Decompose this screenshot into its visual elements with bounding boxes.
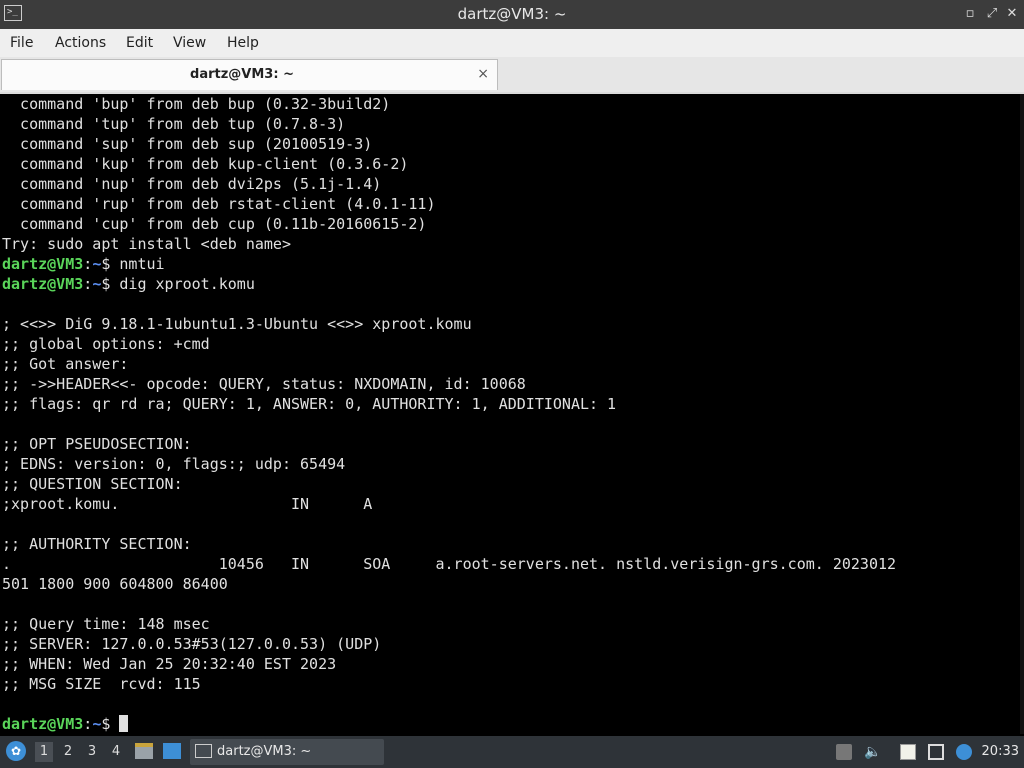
window-title: dartz@VM3: ~: [457, 5, 567, 23]
notification-icon[interactable]: [836, 744, 852, 760]
file-manager-icon[interactable]: [135, 743, 153, 759]
output-line: ;; flags: qr rd ra; QUERY: 1, ANSWER: 0,…: [2, 395, 617, 413]
terminal-output[interactable]: command 'bup' from deb bup (0.32-3build2…: [0, 92, 1024, 734]
tab-bar: dartz@VM3: ~ ×: [0, 57, 1024, 93]
output-line: ; EDNS: version: 0, flags:; udp: 65494: [2, 455, 346, 473]
output-line: 501 1800 900 604800 86400: [2, 575, 228, 593]
prompt-symbol: $: [101, 255, 120, 273]
taskbar: ✿ 1 2 3 4 dartz@VM3: ~ 🔈 20:33: [0, 736, 1024, 768]
tab-close-icon[interactable]: ×: [477, 66, 489, 82]
output-line: ;; MSG SIZE rcvd: 115: [2, 675, 201, 693]
workspace-1[interactable]: 1: [35, 742, 53, 762]
menu-edit[interactable]: Edit: [126, 35, 153, 51]
output-line: ;xproot.komu. IN A: [2, 495, 373, 513]
prompt-line: dartz@VM3:~$: [2, 714, 896, 734]
output-line: ;; ->>HEADER<<- opcode: QUERY, status: N…: [2, 375, 526, 393]
menu-bar: File Actions Edit View Help: [0, 29, 1024, 57]
output-line: command 'kup' from deb kup-client (0.3.6…: [2, 155, 409, 173]
output-line: ;; SERVER: 127.0.0.53#53(127.0.0.53) (UD…: [2, 635, 382, 653]
network-icon[interactable]: [928, 744, 944, 760]
output-line: ;; AUTHORITY SECTION:: [2, 535, 192, 553]
output-line: command 'rup' from deb rstat-client (4.0…: [2, 195, 436, 213]
close-icon[interactable]: ✕: [1002, 4, 1022, 24]
prompt-path: ~: [92, 715, 102, 733]
output-line: ; <<>> DiG 9.18.1-1ubuntu1.3-Ubuntu <<>>…: [2, 315, 472, 333]
prompt-user: dartz@VM3: [2, 255, 84, 273]
workspace-4[interactable]: 4: [107, 742, 125, 762]
menu-file[interactable]: File: [10, 35, 33, 51]
show-desktop-icon[interactable]: [163, 743, 181, 759]
output-line: ;; Query time: 148 msec: [2, 615, 210, 633]
menu-actions[interactable]: Actions: [55, 35, 106, 51]
restore-icon[interactable]: ⤢: [982, 4, 1002, 24]
menu-help[interactable]: Help: [227, 35, 259, 51]
taskbar-task-label: dartz@VM3: ~: [217, 744, 312, 759]
clock[interactable]: 20:33: [982, 744, 1019, 759]
prompt-path: ~: [92, 275, 102, 293]
tab-label: dartz@VM3: ~: [190, 67, 294, 82]
prompt-separator: :: [83, 275, 93, 293]
output-line: ;; Got answer:: [2, 355, 129, 373]
prompt-separator: :: [83, 715, 93, 733]
prompt-line: dartz@VM3:~$ dig xproot.komu: [2, 274, 896, 294]
prompt-symbol: $: [101, 715, 120, 733]
output-line: Try: sudo apt install <deb name>: [2, 235, 291, 253]
volume-icon[interactable]: 🔈: [864, 744, 881, 760]
output-line: ;; global options: +cmd: [2, 335, 210, 353]
command-text: nmtui: [119, 255, 165, 273]
text-cursor: [119, 715, 129, 732]
prompt-symbol: $: [101, 275, 120, 293]
terminal-icon: [195, 744, 212, 758]
output-line: . 10456 IN SOA a.root-servers.net. nstld…: [2, 555, 897, 573]
output-line: ;; WHEN: Wed Jan 25 20:32:40 EST 2023: [2, 655, 337, 673]
terminal-lines: command 'bup' from deb bup (0.32-3build2…: [2, 94, 896, 734]
start-menu-icon[interactable]: ✿: [6, 741, 26, 761]
output-line: command 'nup' from deb dvi2ps (5.1j-1.4): [2, 175, 382, 193]
prompt-line: dartz@VM3:~$ nmtui: [2, 254, 896, 274]
tab-terminal[interactable]: dartz@VM3: ~ ×: [1, 59, 498, 90]
command-text: dig xproot.komu: [119, 275, 255, 293]
prompt-user: dartz@VM3: [2, 275, 84, 293]
taskbar-task-terminal[interactable]: dartz@VM3: ~: [190, 739, 384, 765]
output-line: command 'tup' from deb tup (0.7.8-3): [2, 115, 346, 133]
output-line: command 'bup' from deb bup (0.32-3build2…: [2, 95, 391, 113]
window-titlebar[interactable]: >_ dartz@VM3: ~ ▫ ⤢ ✕: [0, 0, 1024, 29]
prompt-user: dartz@VM3: [2, 715, 84, 733]
workspace-2[interactable]: 2: [59, 742, 77, 762]
output-line: ;; OPT PSEUDOSECTION:: [2, 435, 192, 453]
menu-view[interactable]: View: [173, 35, 206, 51]
terminal-scrollbar[interactable]: [1020, 94, 1024, 734]
workspace-3[interactable]: 3: [83, 742, 101, 762]
prompt-path: ~: [92, 255, 102, 273]
output-line: ;; QUESTION SECTION:: [2, 475, 183, 493]
clipboard-icon[interactable]: [900, 744, 916, 760]
update-icon[interactable]: [956, 744, 972, 760]
minimize-icon[interactable]: ▫: [960, 4, 980, 24]
prompt-separator: :: [83, 255, 93, 273]
output-line: command 'sup' from deb sup (20100519-3): [2, 135, 373, 153]
output-line: command 'cup' from deb cup (0.11b-201606…: [2, 215, 427, 233]
